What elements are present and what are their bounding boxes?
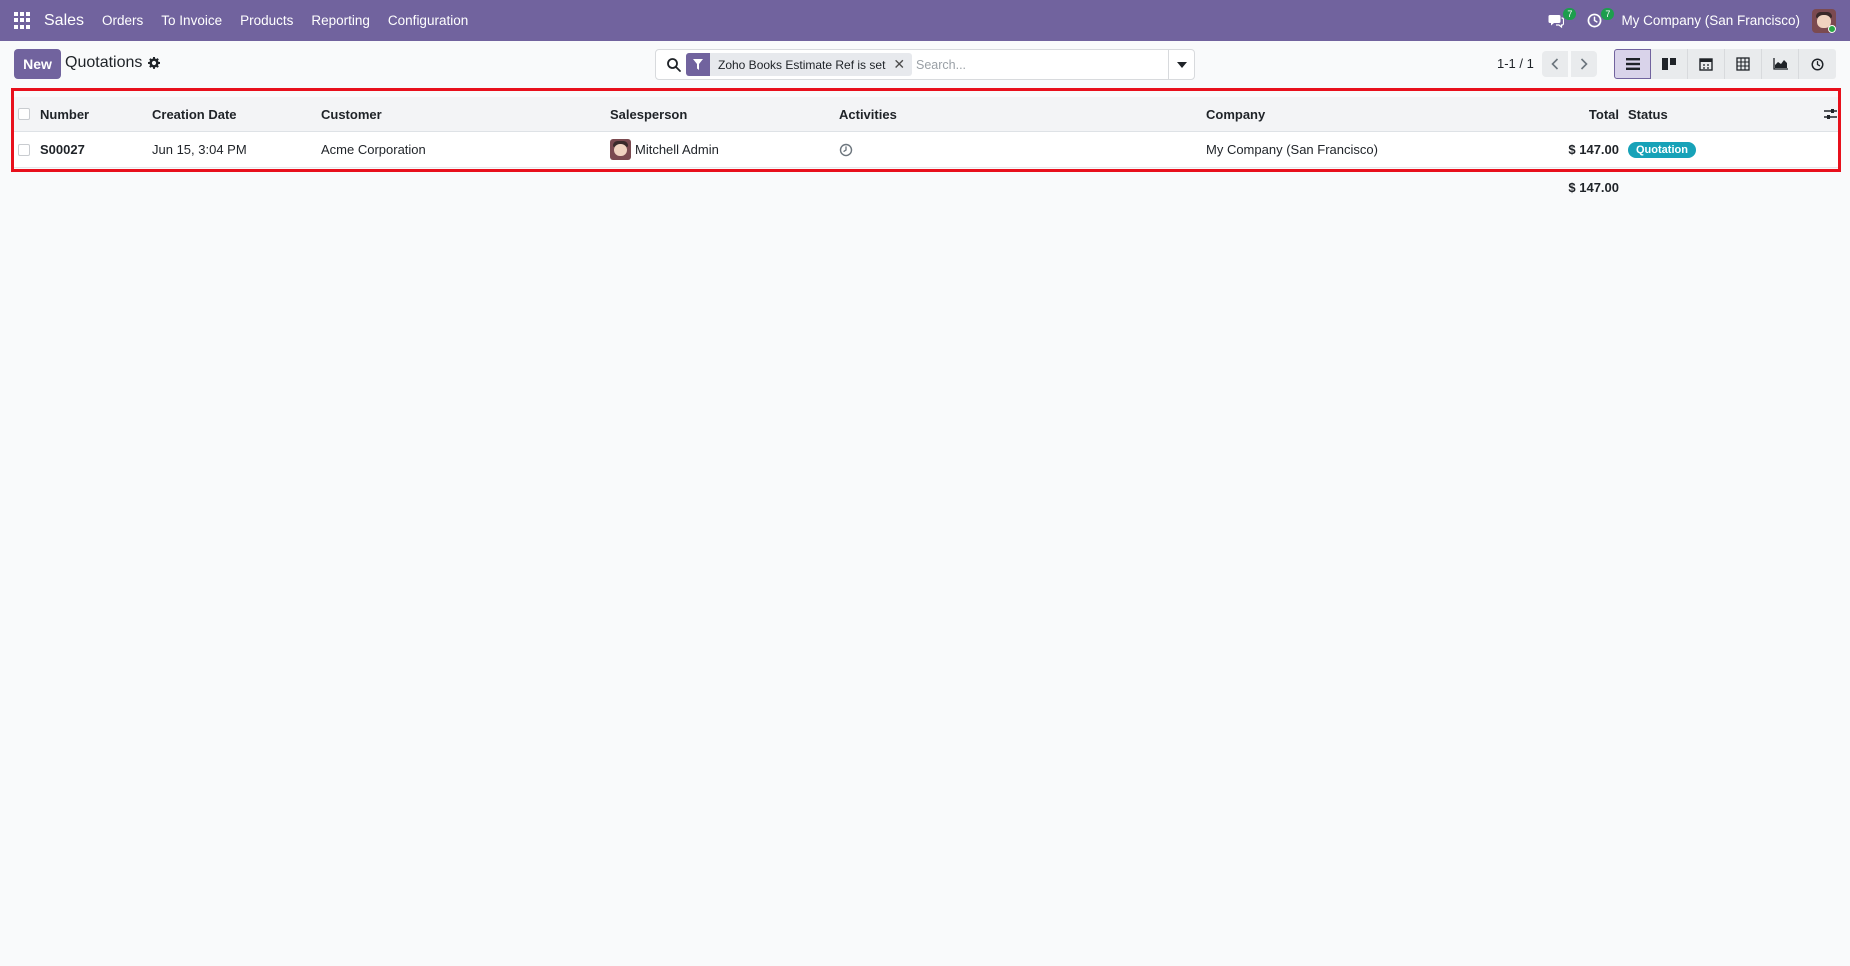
search-bar: Zoho Books Estimate Ref is set ✕ [655,49,1195,80]
menu-to-invoice[interactable]: To Invoice [161,13,222,28]
menu-configuration[interactable]: Configuration [388,13,468,28]
activity-view-button[interactable] [1799,49,1836,79]
pivot-icon [1736,57,1750,71]
top-navbar: Sales Orders To Invoice Products Reporti… [0,0,1850,41]
list-icon [1625,58,1640,70]
app-menu-icon[interactable] [14,11,32,30]
list-view-button[interactable] [1614,49,1651,79]
messages-count-badge: 7 [1563,7,1577,20]
pager-value[interactable]: 1-1 / 1 [1497,56,1534,71]
app-name[interactable]: Sales [44,12,84,30]
menu-products[interactable]: Products [240,13,293,28]
activities-count-badge: 7 [1601,7,1615,20]
chevron-left-icon [1551,58,1559,70]
view-switcher [1614,49,1836,79]
search-input[interactable] [916,55,1166,75]
messages-button[interactable]: 7 [1545,7,1577,32]
search-options-toggle[interactable] [1168,50,1194,79]
clock-icon [1587,13,1602,28]
menu-orders[interactable]: Orders [102,13,143,28]
remove-facet-close-icon[interactable]: ✕ [893,56,912,73]
search-icon[interactable] [666,57,682,73]
activities-button[interactable]: 7 [1583,7,1615,32]
highlight-box [11,88,1841,172]
caret-down-icon [1176,61,1187,68]
chat-icon [1548,14,1565,28]
user-avatar[interactable] [1812,8,1836,33]
graph-view-button[interactable] [1762,49,1799,79]
area-chart-icon [1772,58,1788,70]
filter-facet: Zoho Books Estimate Ref is set ✕ [686,53,913,76]
kanban-icon [1662,58,1676,70]
grand-total: $ 147.00 [1568,180,1619,195]
chevron-right-icon [1580,58,1588,70]
menu-reporting[interactable]: Reporting [311,13,370,28]
pager-previous-button[interactable] [1542,51,1568,77]
control-panel: New Quotations Zoho Books Estimate Ref i… [0,41,1850,87]
filter-facet-label: Zoho Books Estimate Ref is set [718,57,886,72]
calendar-icon [1699,58,1713,71]
filter-icon [686,53,710,76]
company-switcher[interactable]: My Company (San Francisco) [1621,13,1800,28]
kanban-view-button[interactable] [1651,49,1688,79]
calendar-view-button[interactable] [1688,49,1725,79]
gear-icon[interactable] [148,57,160,69]
pivot-view-button[interactable] [1725,49,1762,79]
new-button[interactable]: New [14,49,61,79]
page-title: Quotations [65,54,143,71]
pager-next-button[interactable] [1571,51,1597,77]
clock-icon [1811,57,1824,71]
